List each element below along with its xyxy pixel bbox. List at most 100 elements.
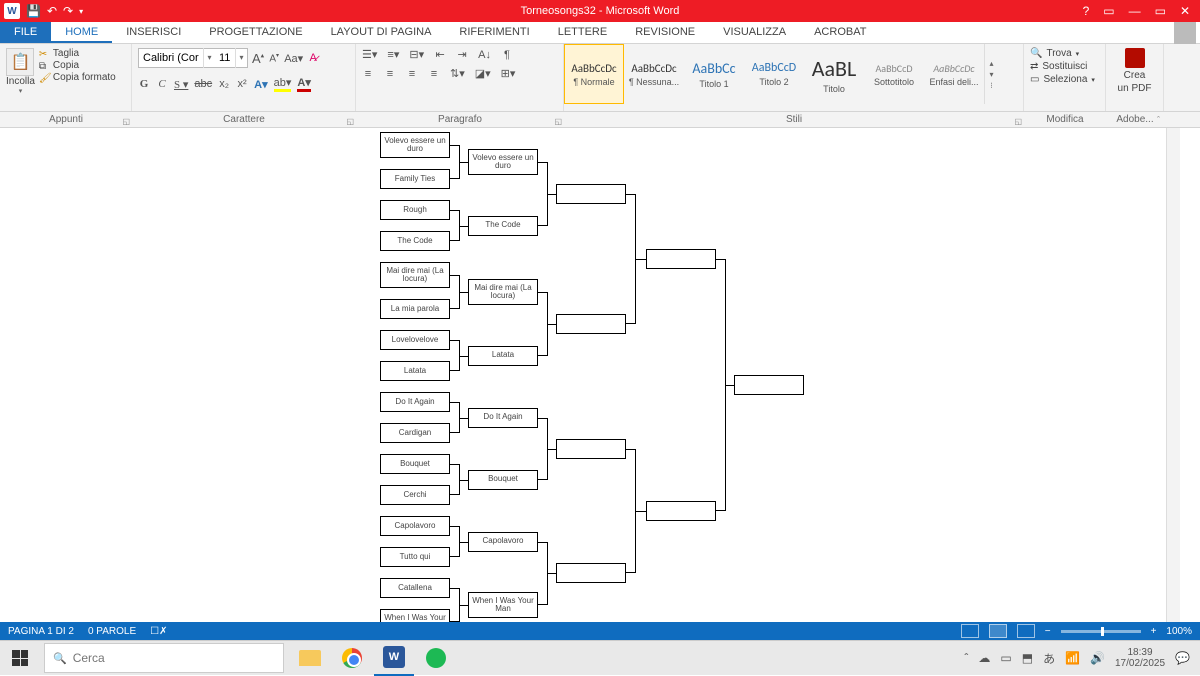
tab-layout[interactable]: LAYOUT DI PAGINA (317, 22, 446, 43)
tray-notifications-icon[interactable]: 💬 (1175, 651, 1190, 665)
print-layout-icon[interactable] (989, 624, 1007, 638)
tab-file[interactable]: FILE (0, 22, 51, 43)
cut-button[interactable]: Taglia (53, 48, 79, 59)
bracket-cell[interactable] (646, 249, 716, 269)
bracket-cell[interactable]: Mai dire mai (La locura) (380, 262, 450, 288)
qat-undo-icon[interactable]: ↶ (47, 4, 57, 18)
zoom-level[interactable]: 100% (1166, 626, 1192, 637)
superscript-button[interactable]: x² (236, 78, 248, 90)
page-indicator[interactable]: PAGINA 1 DI 2 (8, 626, 74, 637)
bracket-cell[interactable]: Latata (468, 346, 538, 366)
copy-icon[interactable]: ⧉ (39, 61, 49, 71)
shading-icon[interactable]: ◪▾ (475, 67, 491, 80)
bracket-cell[interactable]: Cardigan (380, 423, 450, 443)
tray-wifi-icon[interactable]: 📶 (1065, 651, 1080, 665)
bracket-cell[interactable] (556, 314, 626, 334)
strikethrough-button[interactable]: abc (194, 78, 212, 90)
style-card[interactable]: AaBLTitolo (804, 44, 864, 104)
bracket-cell[interactable]: Catallena (380, 578, 450, 598)
style-card[interactable]: AaBbCcTitolo 1 (684, 44, 744, 104)
qat-save-icon[interactable]: 💾 (26, 4, 41, 18)
close-button[interactable]: ✕ (1180, 4, 1190, 18)
change-case-icon[interactable]: Aa▾ (284, 52, 303, 65)
align-right-icon[interactable]: ≡ (406, 68, 418, 80)
document-area[interactable]: Volevo essere un duroFamily TiesRoughThe… (0, 128, 1200, 622)
style-card[interactable]: AaBbCcDSottotitolo (864, 44, 924, 104)
crea-pdf-label1[interactable]: Crea (1124, 70, 1146, 81)
font-color-icon[interactable]: A▾ (297, 76, 310, 92)
minimize-button[interactable]: — (1129, 4, 1141, 18)
highlight-icon[interactable]: ab▾ (274, 76, 292, 92)
select-icon[interactable]: ▭ (1030, 74, 1039, 85)
find-icon[interactable]: 🔍 (1030, 48, 1042, 59)
justify-icon[interactable]: ≡ (428, 68, 440, 80)
show-marks-icon[interactable]: ¶ (501, 49, 513, 61)
shrink-font-icon[interactable]: A▾ (268, 52, 280, 64)
bracket-cell[interactable] (556, 439, 626, 459)
bracket-cell[interactable]: Mai dire mai (La locura) (468, 279, 538, 305)
borders-icon[interactable]: ⊞▾ (501, 67, 516, 80)
multilevel-icon[interactable]: ⊟▾ (409, 48, 424, 61)
word-count[interactable]: 0 PAROLE (88, 626, 136, 637)
maximize-button[interactable]: ▭ (1155, 4, 1166, 18)
vertical-scrollbar[interactable] (1166, 128, 1180, 622)
subscript-button[interactable]: x₂ (218, 78, 230, 90)
taskbar-search[interactable]: 🔍 (44, 643, 284, 673)
bracket-cell[interactable]: Lovelovelove (380, 330, 450, 350)
zoom-slider[interactable] (1061, 630, 1141, 633)
page[interactable]: Volevo essere un duroFamily TiesRoughThe… (240, 128, 960, 622)
tab-revisione[interactable]: REVISIONE (621, 22, 709, 43)
tab-acrobat[interactable]: ACROBAT (800, 22, 880, 43)
tab-home[interactable]: HOME (51, 22, 112, 43)
paste-button[interactable]: Incolla (6, 76, 35, 87)
tray-onedrive-icon[interactable]: ☁ (978, 651, 990, 665)
tab-visualizza[interactable]: VISUALIZZA (709, 22, 800, 43)
read-mode-icon[interactable] (961, 624, 979, 638)
pdf-icon[interactable] (1125, 48, 1145, 68)
grow-font-icon[interactable]: A▴ (252, 51, 264, 66)
bracket-cell[interactable]: When I Was Your Man (380, 609, 450, 622)
replace-button[interactable]: Sostituisci (1042, 61, 1087, 72)
tab-riferimenti[interactable]: RIFERIMENTI (445, 22, 543, 43)
decrease-indent-icon[interactable]: ⇤ (434, 48, 446, 61)
paragraph-launcher-icon[interactable]: ◱ (554, 117, 562, 126)
search-input[interactable] (73, 651, 275, 665)
bracket-cell[interactable]: Do It Again (468, 408, 538, 428)
increase-indent-icon[interactable]: ⇥ (456, 48, 468, 61)
clipboard-launcher-icon[interactable]: ◱ (122, 117, 130, 126)
bracket-cell[interactable]: La mia parola (380, 299, 450, 319)
style-card[interactable]: AaBbCcDTitolo 2 (744, 44, 804, 104)
font-size-input[interactable] (215, 49, 235, 67)
start-button[interactable] (0, 641, 40, 676)
font-launcher-icon[interactable]: ◱ (346, 117, 354, 126)
paste-icon[interactable]: 📋 (6, 48, 34, 76)
bracket-cell[interactable]: Cerchi (380, 485, 450, 505)
replace-icon[interactable]: ⇄ (1030, 61, 1038, 72)
crea-pdf-label2[interactable]: un PDF (1118, 83, 1152, 94)
bracket-cell[interactable]: Capolavoro (380, 516, 450, 536)
tray-battery-icon[interactable]: ▭ (1000, 651, 1011, 665)
align-center-icon[interactable]: ≡ (384, 68, 396, 80)
copy-button[interactable]: Copia (53, 60, 79, 71)
align-left-icon[interactable]: ≡ (362, 68, 374, 80)
line-spacing-icon[interactable]: ⇅▾ (450, 67, 465, 80)
word-app[interactable]: W (374, 641, 414, 676)
bracket-cell[interactable]: Bouquet (468, 470, 538, 490)
tray-security-icon[interactable]: ⬒ (1022, 651, 1033, 665)
tab-progettazione[interactable]: PROGETTAZIONE (195, 22, 316, 43)
style-card[interactable]: AaBbCcDcEnfasi deli... (924, 44, 984, 104)
proofing-icon[interactable]: ☐✗ (150, 626, 167, 637)
bracket-cell[interactable]: Volevo essere un duro (380, 132, 450, 158)
sort-icon[interactable]: A↓ (478, 49, 491, 61)
bracket-cell[interactable] (556, 184, 626, 204)
paste-dropdown-icon[interactable]: ▾ (19, 87, 23, 95)
style-card[interactable]: AaBbCcDc¶ Normale (564, 44, 624, 104)
clear-formatting-icon[interactable]: A̷ (307, 52, 319, 64)
select-button[interactable]: Seleziona (1043, 74, 1087, 85)
bracket-cell[interactable] (646, 501, 716, 521)
bracket-cell[interactable]: The Code (468, 216, 538, 236)
numbering-icon[interactable]: ≡▾ (387, 48, 399, 61)
underline-button[interactable]: S ▾ (174, 78, 188, 91)
web-layout-icon[interactable] (1017, 624, 1035, 638)
bracket-cell[interactable]: Tutto qui (380, 547, 450, 567)
